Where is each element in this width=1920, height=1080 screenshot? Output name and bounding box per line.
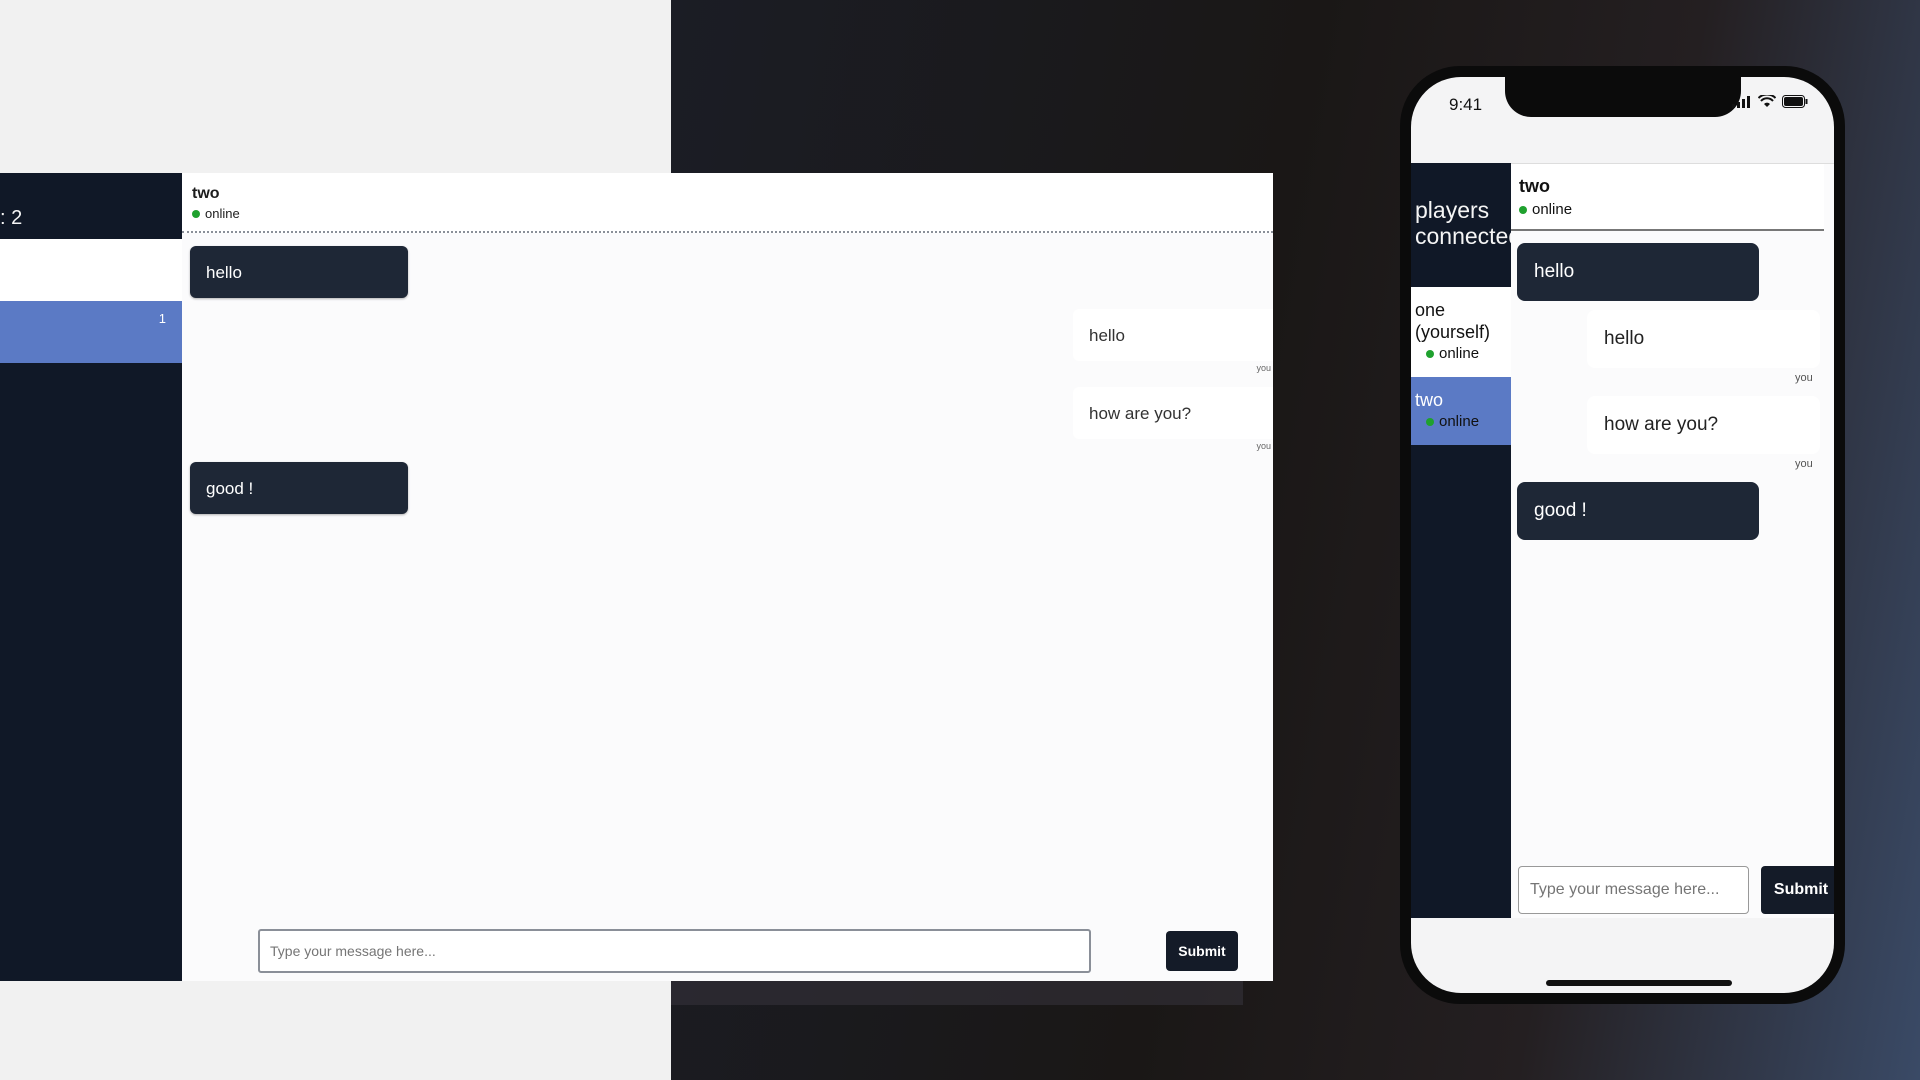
message-sent: how are you?: [1587, 396, 1820, 454]
chat-header: two online: [182, 173, 1273, 233]
message-received: good !: [190, 462, 408, 514]
status-text: online: [1439, 345, 1480, 362]
status-text: online: [1439, 413, 1480, 430]
chat-header: two online: [1511, 164, 1824, 231]
contact-status: online: [192, 206, 1263, 221]
message-sent: how are you?: [1073, 387, 1273, 439]
status-text: online: [205, 206, 240, 221]
chat-panel: two online hello hello you how are you? …: [182, 173, 1273, 981]
message-received: hello: [190, 246, 408, 298]
home-indicator: [1546, 980, 1732, 986]
sidebar-item-two[interactable]: 1: [0, 301, 182, 363]
status-icons: [1732, 95, 1808, 108]
message-sent: hello: [1587, 310, 1820, 368]
player-count: players connected : 2: [1415, 197, 1511, 249]
sender-label: you: [1256, 363, 1271, 373]
battery-icon: [1782, 95, 1808, 108]
player-status: online: [1426, 413, 1507, 430]
message-received: good !: [1517, 482, 1759, 540]
sidebar-item-self[interactable]: [0, 239, 182, 301]
player-count: : 2: [0, 207, 23, 229]
contact-status: online: [1519, 201, 1816, 218]
desktop-window: : 2 1 two online hello hello you how are…: [0, 173, 1273, 981]
phone-sidebar: players connected : 2 one (yourself) onl…: [1411, 163, 1511, 918]
contact-name: two: [1519, 176, 1550, 196]
phone-frame: 9:41 players connected : 2 one (yourself…: [1400, 66, 1845, 1004]
online-dot-icon: [1519, 205, 1527, 214]
wifi-icon: [1758, 95, 1776, 107]
message-sent: hello: [1073, 309, 1273, 361]
unread-badge: 1: [158, 311, 166, 326]
submit-button[interactable]: Submit: [1166, 931, 1238, 971]
player-name: two: [1415, 390, 1444, 410]
phone-chat-panel: two online hello hello you how are you? …: [1511, 163, 1834, 918]
message-input[interactable]: [258, 929, 1091, 973]
message-input[interactable]: [1518, 866, 1749, 914]
sender-label: you: [1256, 441, 1271, 451]
player-status: online: [1426, 345, 1507, 362]
phone-notch: [1505, 77, 1741, 117]
phone-screen: 9:41 players connected : 2 one (yourself…: [1411, 77, 1834, 993]
sender-label: you: [1795, 372, 1813, 384]
online-dot-icon: [192, 209, 200, 218]
online-dot-icon: [1426, 417, 1434, 426]
status-text: online: [1532, 201, 1573, 218]
player-name: one (yourself): [1415, 300, 1491, 342]
contact-name: two: [192, 185, 220, 202]
signal-icon: [1732, 96, 1750, 108]
sender-label: you: [1795, 458, 1813, 470]
submit-button[interactable]: Submit: [1761, 866, 1834, 914]
sidebar-item-two[interactable]: two online: [1411, 377, 1511, 445]
window-shadow: [671, 981, 1243, 1005]
online-dot-icon: [1426, 349, 1434, 358]
message-received: hello: [1517, 243, 1759, 301]
status-time: 9:41: [1449, 95, 1483, 114]
sidebar-item-self[interactable]: one (yourself) online: [1411, 287, 1511, 377]
desktop-sidebar: : 2 1: [0, 173, 182, 981]
